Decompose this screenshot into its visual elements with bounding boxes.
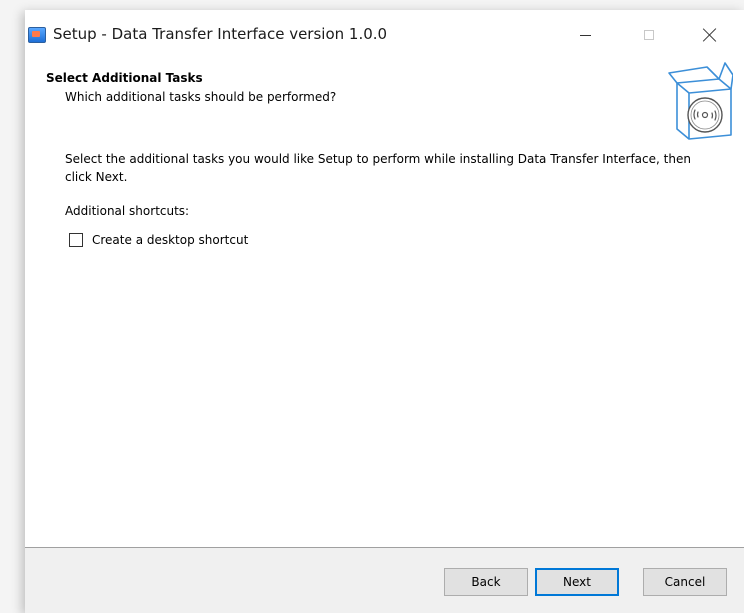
title-bar[interactable]: Setup - Data Transfer Interface version … — [25, 10, 744, 60]
page-subtitle: Which additional tasks should be perform… — [65, 90, 337, 104]
back-button[interactable]: Back — [444, 568, 528, 596]
maximize-button[interactable] — [626, 10, 672, 60]
task-description: Select the additional tasks you would li… — [65, 152, 691, 184]
cancel-button[interactable]: Cancel — [643, 568, 727, 596]
next-button[interactable]: Next — [535, 568, 619, 596]
setup-wizard-window: Setup - Data Transfer Interface version … — [25, 10, 744, 613]
close-button[interactable] — [687, 10, 733, 60]
close-icon — [703, 28, 717, 42]
desktop-shortcut-label[interactable]: Create a desktop shortcut — [92, 233, 248, 247]
desktop-shortcut-checkbox[interactable] — [69, 233, 83, 247]
window-title: Setup - Data Transfer Interface version … — [53, 25, 388, 43]
page-title: Select Additional Tasks — [46, 71, 203, 85]
desktop-shortcut-option[interactable]: Create a desktop shortcut — [69, 231, 248, 249]
minimize-icon — [579, 34, 591, 36]
button-bar: Back Next Cancel — [25, 548, 744, 613]
setup-app-icon — [28, 27, 46, 43]
maximize-icon — [644, 30, 654, 40]
minimize-button[interactable] — [562, 10, 608, 60]
additional-shortcuts-label: Additional shortcuts: — [65, 204, 190, 218]
software-box-icon — [668, 62, 733, 140]
